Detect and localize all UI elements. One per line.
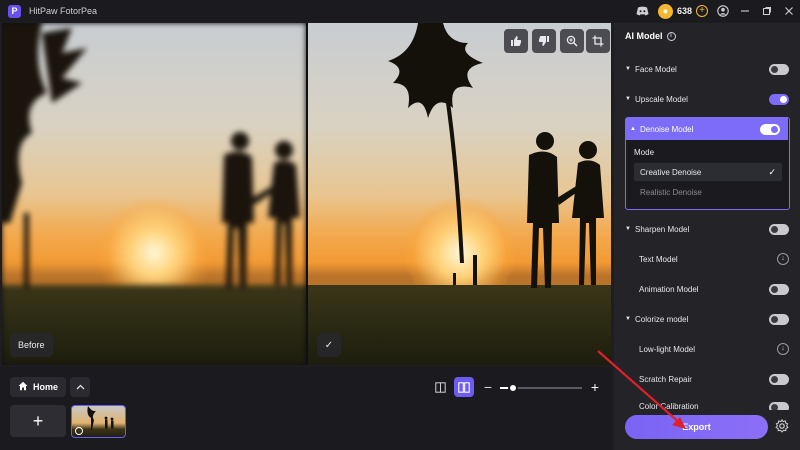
denoise-model-toggle[interactable] xyxy=(760,123,780,135)
after-pane xyxy=(308,23,611,365)
home-icon xyxy=(18,381,28,394)
model-label: Color Calibration xyxy=(639,402,699,410)
split-view-icon[interactable] xyxy=(430,377,450,397)
upscale-model-toggle[interactable] xyxy=(769,93,789,105)
scratch-repair-toggle[interactable] xyxy=(769,373,789,385)
model-row-denoise[interactable]: ▲ Denoise Model xyxy=(626,118,788,140)
check-icon[interactable]: ✓ xyxy=(317,333,341,357)
model-label: Upscale Model xyxy=(635,94,688,104)
option-label: Realistic Denoise xyxy=(640,187,702,197)
model-row-scratch-repair[interactable]: Scratch Repair xyxy=(625,368,789,390)
mode-option-creative[interactable]: Creative Denoise ✓ xyxy=(634,163,782,181)
home-label: Home xyxy=(33,382,59,392)
clock-icon xyxy=(75,427,83,435)
model-row-colorize[interactable]: ▼ Colorize model xyxy=(625,308,789,330)
zoom-slider-handle[interactable] xyxy=(508,383,519,393)
model-label: Animation Model xyxy=(639,284,699,294)
title-bar: P HitPaw FotorPea ● 638 + xyxy=(0,0,800,22)
image-preview xyxy=(2,23,611,365)
model-label: Denoise Model xyxy=(640,124,694,134)
animation-model-toggle[interactable] xyxy=(769,283,789,295)
model-label: Text Model xyxy=(639,254,678,264)
close-icon[interactable] xyxy=(778,0,800,22)
chevron-down-icon: ▼ xyxy=(625,66,631,72)
face-model-toggle[interactable] xyxy=(769,63,789,75)
mode-option-realistic[interactable]: Realistic Denoise xyxy=(634,183,782,201)
side-by-side-view-icon[interactable] xyxy=(454,377,474,397)
image-thumbnail[interactable] xyxy=(71,405,126,438)
denoise-model-section: ▲ Denoise Model Mode Creative Denoise ✓ … xyxy=(625,117,790,210)
model-label: Face Model xyxy=(635,64,677,74)
model-row-text[interactable]: Text Model ↓ xyxy=(625,248,789,270)
mode-label: Mode xyxy=(634,148,655,157)
bottom-toolbar: Home + − + xyxy=(0,367,612,450)
model-label: Colorize model xyxy=(635,314,689,324)
app-logo-letter: P xyxy=(11,6,18,16)
account-icon[interactable] xyxy=(712,0,734,22)
discord-icon[interactable] xyxy=(632,0,654,22)
download-icon[interactable]: ↓ xyxy=(777,343,789,355)
crop-icon[interactable] xyxy=(586,29,610,53)
info-icon[interactable]: i xyxy=(666,31,676,41)
model-row-color-calibration[interactable]: Color Calibration xyxy=(625,398,789,410)
coin-icon: ● xyxy=(657,3,673,19)
chevron-up-icon: ▲ xyxy=(630,126,636,132)
before-pane xyxy=(2,23,306,365)
zoom-slider[interactable] xyxy=(500,383,582,393)
colorize-model-toggle[interactable] xyxy=(769,313,789,325)
title-bar-actions: ● 638 + xyxy=(632,0,800,22)
model-label: Sharpen Model xyxy=(635,224,690,234)
model-label: Scratch Repair xyxy=(639,374,692,384)
collapse-button[interactable] xyxy=(70,377,90,397)
zoom-icon[interactable] xyxy=(560,29,584,53)
gear-icon[interactable] xyxy=(774,418,790,435)
sharpen-model-toggle[interactable] xyxy=(769,223,789,235)
chevron-down-icon: ▼ xyxy=(625,226,631,232)
view-mode-switch xyxy=(430,377,478,397)
model-row-low-light[interactable]: Low-light Model ↓ xyxy=(625,338,789,360)
credits-count: 638 xyxy=(676,6,692,16)
app-logo-icon: P xyxy=(8,4,21,18)
color-calibration-toggle[interactable] xyxy=(769,402,789,410)
minimize-icon[interactable] xyxy=(734,0,756,22)
zoom-in-button[interactable]: + xyxy=(588,377,602,397)
model-row-animation[interactable]: Animation Model xyxy=(625,278,789,300)
model-row-upscale[interactable]: ▼ Upscale Model xyxy=(625,88,789,110)
app-title: HitPaw FotorPea xyxy=(29,6,98,16)
maximize-icon[interactable] xyxy=(756,0,778,22)
model-row-sharpen[interactable]: ▼ Sharpen Model xyxy=(625,218,789,240)
model-label: Low-light Model xyxy=(639,344,696,354)
add-image-button[interactable]: + xyxy=(10,405,66,437)
export-button[interactable]: Export xyxy=(625,415,768,439)
ai-model-panel: AI Model i ▼ Face Model ▼ Upscale Model … xyxy=(614,23,800,450)
option-label: Creative Denoise xyxy=(640,167,702,177)
panel-title-text: AI Model xyxy=(625,31,663,41)
add-credits-icon[interactable]: + xyxy=(696,5,708,17)
chevron-down-icon: ▼ xyxy=(625,316,631,322)
before-label: Before xyxy=(10,333,53,357)
thumbs-down-icon[interactable] xyxy=(532,29,556,53)
download-icon[interactable]: ↓ xyxy=(777,253,789,265)
zoom-out-button[interactable]: − xyxy=(482,377,494,397)
panel-title: AI Model i xyxy=(625,31,676,41)
thumbs-up-icon[interactable] xyxy=(504,29,528,53)
home-button[interactable]: Home xyxy=(10,377,67,397)
chevron-up-icon xyxy=(76,384,84,389)
chevron-down-icon: ▼ xyxy=(625,96,631,102)
before-image xyxy=(2,23,306,365)
checkmark-icon: ✓ xyxy=(768,166,776,177)
model-row-face[interactable]: ▼ Face Model xyxy=(625,58,789,80)
